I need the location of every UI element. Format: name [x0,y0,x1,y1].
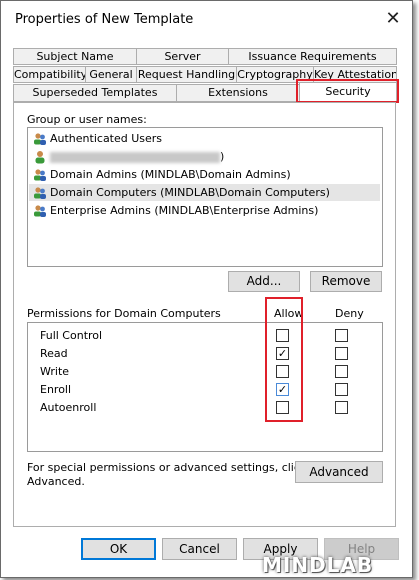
tab-server[interactable]: Server [136,48,229,65]
group-users-list[interactable]: Authenticated Users ) Domain Admins (MIN… [27,127,383,267]
allow-column-highlight [265,297,303,422]
security-panel: Group or user names: Authenticated Users… [13,102,396,527]
deny-autoenroll-checkbox[interactable] [335,401,348,414]
special-permissions-note: For special permissions or advanced sett… [27,461,307,474]
list-item-authenticated-users[interactable]: Authenticated Users [29,130,380,147]
permissions-label: Permissions for Domain Computers [27,307,221,320]
ok-button[interactable]: OK [81,538,156,560]
single-user-icon [35,151,45,164]
list-item-enterprise-admins[interactable]: Enterprise Admins (MINDLAB\Enterprise Ad… [29,202,380,219]
tab-extensions[interactable]: Extensions [176,84,300,102]
list-item-redacted-user[interactable]: ) [29,148,380,165]
permission-name: Read [40,347,68,360]
deny-enroll-checkbox[interactable] [335,383,348,396]
properties-dialog: Properties of New Template ✕ Subject Nam… [0,0,413,578]
mindlab-watermark: MINDLAB [262,553,374,577]
tab-request-handling[interactable]: Request Handling [136,66,237,83]
tab-compatibility[interactable]: Compatibility [13,66,86,83]
users-group-icon [34,187,46,199]
deny-read-checkbox[interactable] [335,347,348,360]
dialog-title: Properties of New Template [15,12,194,27]
user-name: ) [220,150,225,163]
user-name: Domain Computers (MINDLAB\Domain Compute… [50,186,330,199]
remove-button[interactable]: Remove [310,271,382,292]
advanced-button[interactable]: Advanced [295,461,383,483]
tab-issuance-requirements[interactable]: Issuance Requirements [228,48,397,65]
cancel-button[interactable]: Cancel [162,538,237,560]
list-item-domain-admins[interactable]: Domain Admins (MINDLAB\Domain Admins) [29,166,380,183]
deny-full-control-checkbox[interactable] [335,329,348,342]
user-name: Authenticated Users [50,132,163,145]
tab-superseded-templates[interactable]: Superseded Templates [13,84,177,102]
permission-name: Enroll [40,383,72,396]
tab-subject-name[interactable]: Subject Name [13,48,137,65]
permission-name: Autoenroll [40,401,97,414]
permission-name: Full Control [40,329,103,342]
close-icon[interactable]: ✕ [381,7,405,31]
security-tab-highlight [296,79,399,103]
group-users-label: Group or user names: [27,113,147,126]
deny-write-checkbox[interactable] [335,365,348,378]
add-button[interactable]: Add... [228,271,300,292]
users-group-icon [34,133,46,145]
users-group-icon [34,169,46,181]
user-name: Enterprise Admins (MINDLAB\Enterprise Ad… [50,204,319,217]
redacted-name-blur [50,151,220,163]
permissions-list: Full Control Read ✓ Write Enroll ✓ Autoe… [27,322,383,452]
list-item-domain-computers[interactable]: Domain Computers (MINDLAB\Domain Compute… [29,184,380,201]
tab-general[interactable]: General [85,66,137,83]
permission-name: Write [40,365,70,378]
users-group-icon [34,205,46,217]
user-name: Domain Admins (MINDLAB\Domain Admins) [50,168,291,181]
deny-header: Deny [335,307,364,320]
special-permissions-note-2: Advanced. [27,475,85,488]
